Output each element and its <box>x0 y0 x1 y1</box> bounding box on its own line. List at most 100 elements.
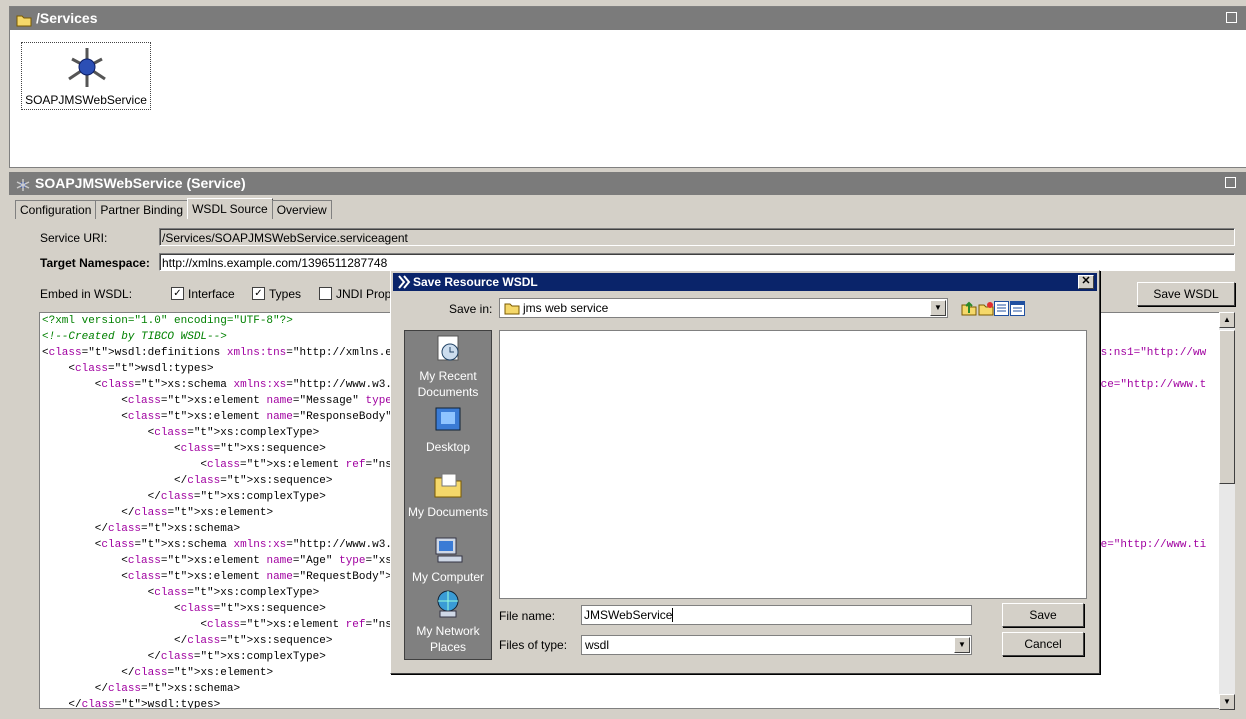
recent-documents-icon <box>437 335 459 361</box>
service-node-label: SOAPJMSWebService <box>25 93 147 107</box>
file-name-input[interactable]: JMSWebService <box>581 605 972 625</box>
code-line: <class="t">xs:element name="Age" type="x… <box>42 555 438 567</box>
my-computer-icon <box>435 537 463 563</box>
target-namespace-field[interactable]: http://xmlns.example.com/1396511287748 <box>159 253 1235 271</box>
scroll-thumb[interactable] <box>1219 330 1235 484</box>
my-network-places-icon <box>437 590 459 618</box>
service-uri-label: Service URI: <box>40 231 108 245</box>
maximize-icon[interactable] <box>1225 177 1236 188</box>
code-line: <class="t">wsdl:definitions xmlns:tns="h… <box>42 347 439 359</box>
services-panel-header: /Services <box>10 7 1246 30</box>
code-line: <!--Created by TIBCO WSDL--> <box>42 331 227 343</box>
place-my-documents[interactable]: My Documents <box>405 470 491 520</box>
code-line: <class="t">xs:element ref="ns0:Age"/ <box>42 619 438 631</box>
save-button[interactable]: Save <box>1002 603 1084 627</box>
scroll-up-icon[interactable]: ▲ <box>1219 312 1235 328</box>
vertical-scrollbar[interactable]: ▲ ▼ <box>1219 312 1235 710</box>
code-line: </class="t">xs:sequence> <box>42 475 333 487</box>
file-name-label: File name: <box>499 609 556 623</box>
file-list[interactable] <box>499 330 1087 599</box>
code-line: <class="t">xs:complexType> <box>42 587 320 599</box>
text-caret <box>672 608 674 622</box>
service-node-icon <box>68 48 106 87</box>
dialog-title: Save Resource WSDL <box>413 275 538 289</box>
service-icon <box>15 176 31 199</box>
up-folder-icon[interactable] <box>961 301 977 316</box>
code-line: </class="t">xs:schema> <box>42 683 241 695</box>
code-line: </class="t">xs:element> <box>42 667 274 679</box>
place-my-network-places[interactable]: My Network Places <box>405 589 491 655</box>
code-line: <class="t">xs:sequence> <box>42 603 326 615</box>
dialog-titlebar[interactable]: Save Resource WSDL ✕ <box>393 273 1097 291</box>
interface-checkbox-label: Interface <box>188 287 235 301</box>
chevron-down-icon[interactable]: ▼ <box>930 300 946 316</box>
place-label: My Recent Documents <box>417 369 479 399</box>
place-desktop[interactable]: Desktop <box>405 405 491 455</box>
place-recent-documents[interactable]: My Recent Documents <box>405 334 491 400</box>
place-label: My Network Places <box>416 624 480 654</box>
places-bar: My Recent Documents Desktop My Documents… <box>404 330 492 660</box>
detail-panel-title: SOAPJMSWebService (Service) <box>35 175 246 191</box>
code-line: <class="t">xs:schema xmlns:xs="http://ww… <box>42 379 439 391</box>
code-line: </class="t">xs:element> <box>42 507 274 519</box>
scroll-down-icon[interactable]: ▼ <box>1219 694 1235 710</box>
maximize-icon[interactable] <box>1226 12 1237 23</box>
tab-configuration[interactable]: Configuration <box>15 200 97 219</box>
code-line: <class="t">xs:element name="RequestBody"… <box>42 571 392 583</box>
service-uri-field[interactable]: /Services/SOAPJMSWebService.serviceagent <box>159 228 1235 246</box>
jndi-checkbox-label: JNDI Prop <box>336 287 392 301</box>
code-line: <class="t">xs:complexType> <box>42 427 320 439</box>
code-line: </class="t">wsdl:types> <box>42 699 221 709</box>
place-label: Desktop <box>425 440 471 454</box>
code-line: <class="t">xs:element name="Message" typ… <box>42 395 438 407</box>
tab-bar: Configuration Partner Binding WSDL Source O… <box>15 198 332 219</box>
services-panel: /Services SOAPJMSWebService <box>9 6 1246 168</box>
file-name-value: JMSWebService <box>584 608 673 622</box>
code-line: <class="t">xs:element ref="ns1:Messa <box>42 459 438 471</box>
code-line-tail: ns:ns1="http://ww <box>1094 347 1207 359</box>
save-in-label: Save in: <box>449 302 493 316</box>
save-in-value: jms web service <box>523 301 609 315</box>
target-namespace-label: Target Namespace: <box>40 256 150 270</box>
code-line: </class="t">xs:sequence> <box>42 635 333 647</box>
code-line: <class="t">xs:schema xmlns:xs="http://ww… <box>42 539 439 551</box>
embed-in-wsdl-label: Embed in WSDL: <box>40 287 133 301</box>
interface-checkbox[interactable]: ✓ <box>171 287 184 300</box>
folder-icon <box>16 11 32 34</box>
jndi-checkbox[interactable] <box>319 287 332 300</box>
save-wsdl-button[interactable]: Save WSDL <box>1137 282 1235 306</box>
chevron-down-icon[interactable]: ▼ <box>954 637 970 653</box>
place-label: My Documents <box>407 505 489 519</box>
folder-icon <box>504 303 520 315</box>
detail-panel-header: SOAPJMSWebService (Service) <box>9 172 1246 195</box>
types-checkbox-label: Types <box>269 287 302 301</box>
save-in-combo[interactable]: jms web service ▼ <box>499 298 948 318</box>
new-folder-icon[interactable] <box>978 301 994 316</box>
close-icon[interactable]: ✕ <box>1078 275 1094 289</box>
place-my-computer[interactable]: My Computer <box>405 535 491 585</box>
code-line: </class="t">xs:complexType> <box>42 651 326 663</box>
place-label: My Computer <box>411 570 485 584</box>
save-resource-dialog: Save Resource WSDL ✕ Save in: jms web se… <box>390 270 1100 674</box>
my-documents-icon <box>434 473 462 498</box>
code-line: </class="t">xs:complexType> <box>42 491 326 503</box>
code-line: <class="t">wsdl:types> <box>42 363 214 375</box>
files-of-type-label: Files of type: <box>499 638 568 652</box>
code-line: <class="t">xs:sequence> <box>42 443 326 455</box>
app-icon <box>398 275 411 289</box>
tab-overview[interactable]: Overview <box>271 200 332 219</box>
types-checkbox[interactable]: ✓ <box>252 287 265 300</box>
details-view-icon[interactable] <box>1010 301 1025 316</box>
code-line: <?xml version="1.0" encoding="UTF-8"?> <box>42 315 293 327</box>
tab-wsdl-source[interactable]: WSDL Source <box>187 198 273 219</box>
list-view-icon[interactable] <box>994 301 1009 316</box>
desktop-icon <box>435 407 461 431</box>
code-line: <class="t">xs:element name="ResponseBody… <box>42 411 399 423</box>
files-of-type-value: wsdl <box>585 638 610 652</box>
tab-partner-binding[interactable]: Partner Binding <box>95 200 189 219</box>
cancel-button[interactable]: Cancel <box>1002 632 1084 656</box>
files-of-type-combo[interactable]: wsdl ▼ <box>581 635 972 655</box>
code-line-tail: ce="http://www.ti <box>1094 539 1207 551</box>
code-line: </class="t">xs:schema> <box>42 523 241 535</box>
service-node[interactable]: SOAPJMSWebService <box>21 42 151 110</box>
